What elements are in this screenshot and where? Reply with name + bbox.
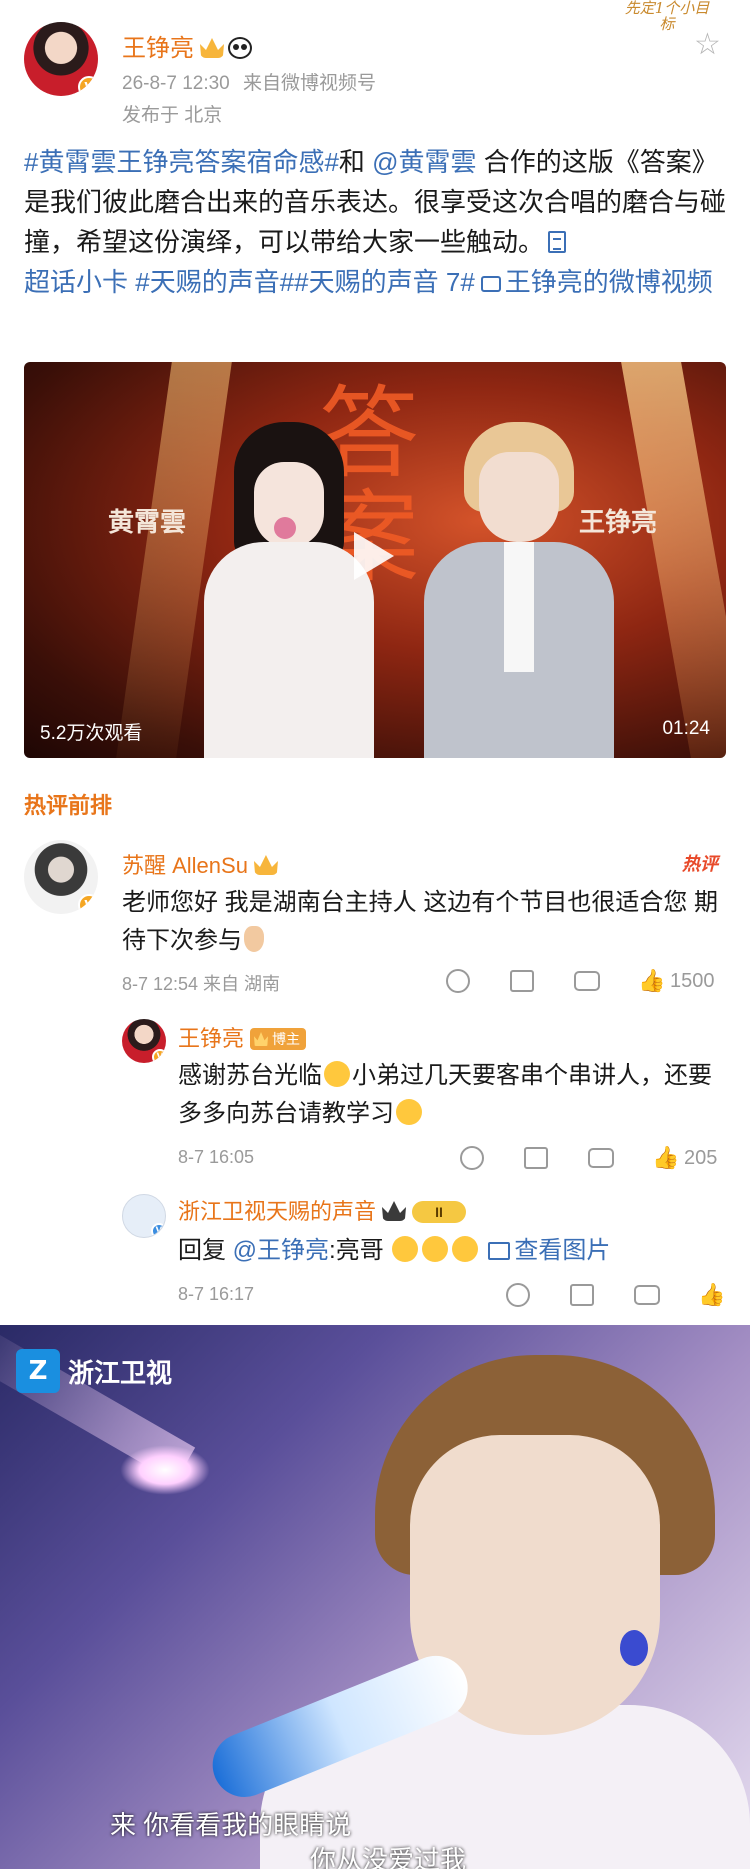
verified-icon: V bbox=[151, 1223, 165, 1237]
earpiece bbox=[620, 1630, 648, 1666]
post-location: 发布于 北京 bbox=[122, 105, 223, 126]
reply-meta: 8-7 16:17 bbox=[178, 1284, 255, 1304]
mention-link[interactable]: @黄霄雲 bbox=[372, 147, 476, 177]
reply-text: 感谢苏台光临 小弟过几天要客串个串讲人，还要多多向苏台请教学习 bbox=[178, 1057, 718, 1133]
video-name-left: 黄霄雲 bbox=[108, 508, 187, 538]
reply-icon[interactable] bbox=[574, 971, 600, 991]
replier-name[interactable]: 王铮亮 博主 bbox=[178, 1021, 307, 1053]
topic-link-3[interactable]: #天赐的声音 7# bbox=[294, 267, 475, 297]
reply-actions: 👍 bbox=[506, 1280, 732, 1310]
verified-icon: V bbox=[78, 76, 98, 96]
source-prefix: 来自 bbox=[243, 73, 282, 94]
post-time: 26-8-7 12:30 bbox=[122, 73, 230, 94]
author-badge: 博主 bbox=[250, 1028, 307, 1050]
video-name-right: 王铮亮 bbox=[579, 508, 658, 538]
comment-text: 老师您好 我是湖南台主持人 这边有个节目也很适合您 期待下次参与 bbox=[122, 884, 722, 960]
share-icon[interactable] bbox=[510, 970, 534, 992]
reply-icon[interactable] bbox=[634, 1285, 660, 1305]
like-icon[interactable]: 👍 bbox=[698, 1281, 725, 1309]
image-icon bbox=[488, 1242, 511, 1260]
hot-comments-title: 热评前排 bbox=[24, 793, 113, 818]
play-icon[interactable] bbox=[354, 532, 394, 580]
replier-name-text[interactable]: 王铮亮 bbox=[178, 1026, 244, 1051]
like-count: 1500 bbox=[670, 969, 715, 992]
post-header: V 王铮亮 26-8-7 12:30 来自微博视频号 发布于 北京 先定1个小目… bbox=[0, 0, 750, 140]
spotlight bbox=[120, 1445, 210, 1495]
replier-avatar[interactable]: V bbox=[122, 1019, 166, 1063]
hug-emoji-icon bbox=[324, 1061, 350, 1087]
singer-left-figure bbox=[204, 422, 374, 758]
reply-text-body: :亮哥 bbox=[329, 1237, 384, 1264]
comment-item: V 苏醒 AllenSu 热评 老师您好 我是湖南台主持人 这边有个节目也很适合… bbox=[0, 840, 750, 1010]
level-badge: II bbox=[412, 1201, 467, 1223]
reply-item: V 王铮亮 博主 感谢苏台光临 小弟过几天要客串个串讲人，还要多多向苏台请教学习 8… bbox=[0, 1015, 750, 1175]
hand-emoji-icon bbox=[244, 926, 264, 952]
comment-text-body: 老师您好 我是湖南台主持人 这边有个节目也很适合您 期待下次参与 bbox=[122, 889, 719, 954]
view-image-link[interactable]: 查看图片 bbox=[514, 1237, 610, 1264]
replier-name-text[interactable]: 浙江卫视天赐的声音 bbox=[178, 1199, 376, 1224]
subtitle-line-2: 你从没爱过我 bbox=[310, 1845, 467, 1869]
like-icon[interactable]: 👍 bbox=[652, 1144, 679, 1172]
commenter-name[interactable]: 苏醒 AllenSu bbox=[122, 848, 278, 880]
share-icon[interactable] bbox=[570, 1284, 594, 1306]
crown-icon bbox=[253, 855, 278, 875]
comment-actions: 👍 1500 bbox=[446, 966, 715, 996]
post-meta: 26-8-7 12:30 来自微博视频号 bbox=[122, 68, 376, 95]
author-name[interactable]: 王铮亮 bbox=[122, 28, 252, 63]
cry-emoji-icon bbox=[422, 1236, 449, 1262]
reply-text-a: 感谢苏台光临 bbox=[178, 1062, 322, 1089]
reply-actions: 👍 205 bbox=[460, 1143, 717, 1173]
commenter-avatar[interactable]: V bbox=[24, 840, 98, 914]
crown-icon bbox=[200, 38, 224, 58]
crown-icon bbox=[382, 1201, 407, 1221]
stage-light bbox=[621, 362, 726, 758]
star-icon[interactable]: ☆ bbox=[694, 30, 724, 60]
pray-emoji-icon bbox=[396, 1099, 422, 1125]
like-icon[interactable]: 👍 bbox=[638, 967, 665, 995]
doc-icon bbox=[548, 231, 567, 253]
text-and: 和 bbox=[338, 147, 373, 177]
panda-icon bbox=[228, 37, 252, 59]
author-avatar[interactable]: V bbox=[24, 22, 98, 96]
topic-link[interactable]: #黄霄雲王铮亮答案宿命感# bbox=[24, 147, 339, 177]
post-source[interactable]: 微博视频号 bbox=[281, 73, 376, 94]
channel-logo: Z 浙江卫视 bbox=[16, 1349, 172, 1393]
dislike-icon[interactable] bbox=[460, 1146, 484, 1170]
channel-logo-icon: Z bbox=[16, 1349, 60, 1393]
video-link-icon bbox=[480, 276, 501, 292]
reply-icon[interactable] bbox=[588, 1148, 614, 1168]
dislike-icon[interactable] bbox=[446, 969, 470, 993]
commenter-name-text[interactable]: 苏醒 AllenSu bbox=[122, 853, 248, 878]
reply-item: V 浙江卫视天赐的声音 II 回复 @王铮亮:亮哥 查看图片 8-7 16:17 … bbox=[0, 1188, 750, 1308]
reply-meta: 8-7 16:05 bbox=[178, 1147, 255, 1167]
video-views: 5.2万次观看 bbox=[40, 723, 143, 744]
comment-meta: 8-7 12:54 来自 湖南 bbox=[122, 974, 281, 994]
mention-link[interactable]: @王铮亮 bbox=[233, 1237, 329, 1264]
verified-icon: V bbox=[152, 1049, 166, 1063]
topic-link-2[interactable]: #天赐的声音# bbox=[128, 267, 294, 297]
dislike-icon[interactable] bbox=[506, 1283, 530, 1307]
like-count: 205 bbox=[684, 1146, 718, 1169]
reply-prefix: 回复 bbox=[178, 1237, 233, 1264]
post-text: #黄霄雲王铮亮答案宿命感#和 @黄霄雲 合作的这版《答案》是我们彼此磨合出来的音… bbox=[24, 142, 729, 302]
attached-photo[interactable]: Z 浙江卫视 来 你看看我的眼睛说 你从没爱过我 bbox=[0, 1325, 750, 1869]
subtitle-line-1: 来 你看看我的眼睛说 bbox=[110, 1810, 352, 1840]
reply-text: 回复 @王铮亮:亮哥 查看图片 bbox=[178, 1232, 718, 1270]
video-player[interactable]: 答案 黄霄雲 王铮亮 5.2万次观看 01:24 bbox=[24, 362, 726, 758]
replier-name[interactable]: 浙江卫视天赐的声音 II bbox=[178, 1194, 467, 1226]
share-icon[interactable] bbox=[524, 1147, 548, 1169]
video-link[interactable]: 王铮亮的微博视频 bbox=[505, 267, 713, 297]
cry-emoji-icon bbox=[392, 1236, 419, 1262]
hot-comment-tag: 热评 bbox=[682, 854, 718, 874]
singer-right-figure bbox=[424, 422, 614, 758]
supertopic-card-link[interactable]: 超话小卡 bbox=[24, 267, 128, 297]
cry-emoji-icon bbox=[452, 1236, 479, 1262]
replier-avatar[interactable]: V bbox=[122, 1194, 166, 1238]
verified-icon: V bbox=[78, 894, 98, 914]
video-duration: 01:24 bbox=[662, 718, 710, 739]
author-name-text[interactable]: 王铮亮 bbox=[122, 35, 194, 62]
channel-name: 浙江卫视 bbox=[68, 1357, 173, 1388]
